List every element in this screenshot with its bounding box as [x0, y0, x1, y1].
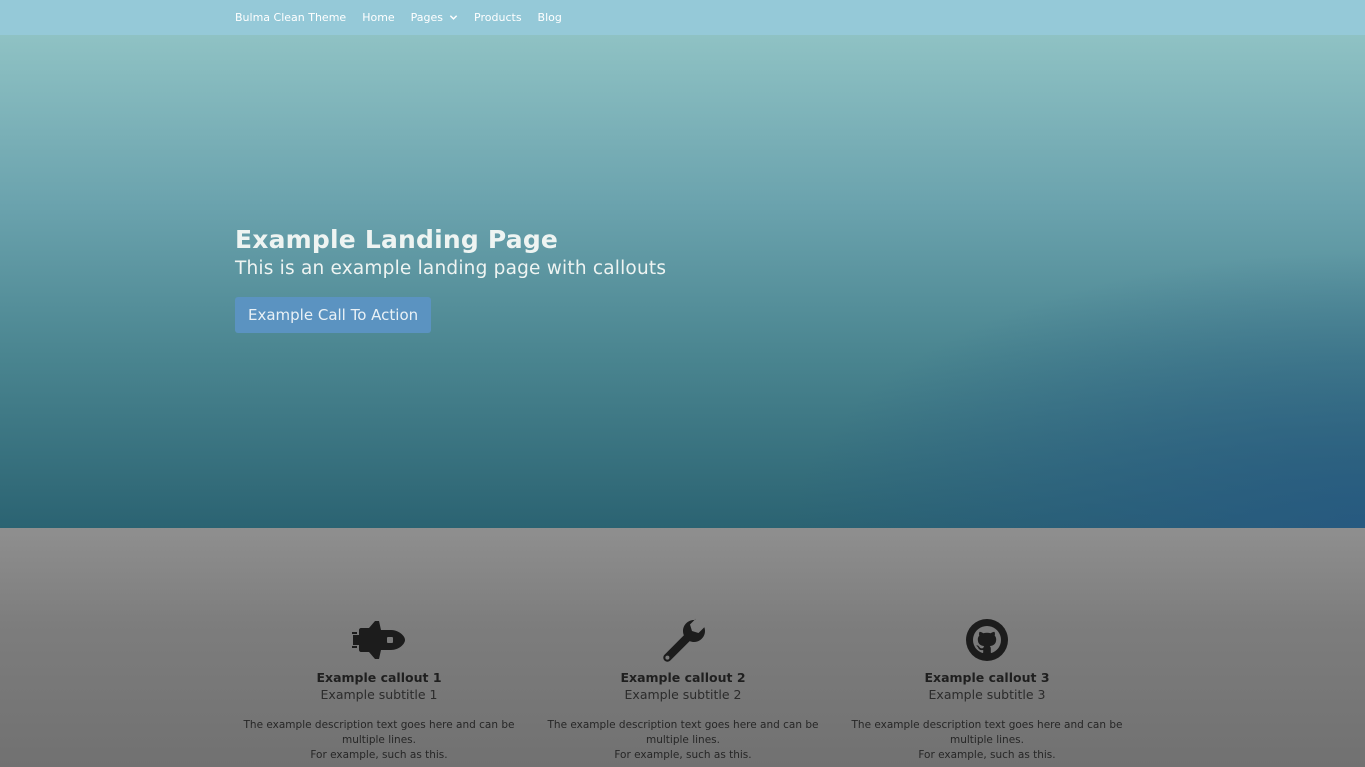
callout-title: Example callout 2: [620, 670, 746, 685]
callout-3: Example callout 3 Example subtitle 3 The…: [842, 618, 1132, 763]
callout-description-line: The example description text goes here a…: [547, 719, 819, 746]
hero-title: Example Landing Page: [235, 225, 559, 254]
callout-subtitle: Example subtitle 2: [624, 687, 742, 702]
nav-item-pages-label: Pages: [410, 11, 444, 24]
hero-section: Example Landing Page This is an example …: [0, 35, 1365, 528]
callout-description-line: For example, such as this.: [918, 749, 1056, 761]
callout-description: The example description text goes here a…: [538, 718, 828, 763]
callout-2: Example callout 2 Example subtitle 2 The…: [538, 618, 828, 763]
nav-item-pages[interactable]: Pages: [411, 11, 458, 24]
nav-brand-link[interactable]: Bulma Clean Theme: [235, 11, 346, 24]
callout-1: Example callout 1 Example subtitle 1 The…: [234, 618, 524, 763]
navbar: Bulma Clean Theme Home Pages Products Bl…: [0, 0, 1365, 35]
callout-subtitle: Example subtitle 3: [928, 687, 1046, 702]
space-shuttle-icon: [352, 621, 405, 659]
nav-item-home[interactable]: Home: [362, 11, 394, 24]
callout-title: Example callout 3: [924, 670, 1050, 685]
callout-description-line: For example, such as this.: [614, 749, 752, 761]
chevron-down-icon: [449, 15, 458, 20]
github-icon: [966, 619, 1008, 661]
callout-description-line: The example description text goes here a…: [851, 719, 1123, 746]
callout-description-line: For example, such as this.: [310, 749, 448, 761]
nav-item-blog[interactable]: Blog: [538, 11, 562, 24]
nav-item-products[interactable]: Products: [474, 11, 522, 24]
hero-subtitle: This is an example landing page with cal…: [235, 258, 667, 279]
callout-description: The example description text goes here a…: [842, 718, 1132, 763]
callout-description: The example description text goes here a…: [234, 718, 524, 763]
wrench-icon: [663, 618, 705, 662]
callout-description-line: The example description text goes here a…: [243, 719, 515, 746]
call-to-action-button[interactable]: Example Call To Action: [235, 297, 432, 333]
callout-subtitle: Example subtitle 1: [320, 687, 438, 702]
hero-content: Example Landing Page This is an example …: [235, 225, 666, 333]
callouts-section: Example callout 1 Example subtitle 1 The…: [0, 528, 1365, 767]
callout-title: Example callout 1: [316, 670, 442, 685]
